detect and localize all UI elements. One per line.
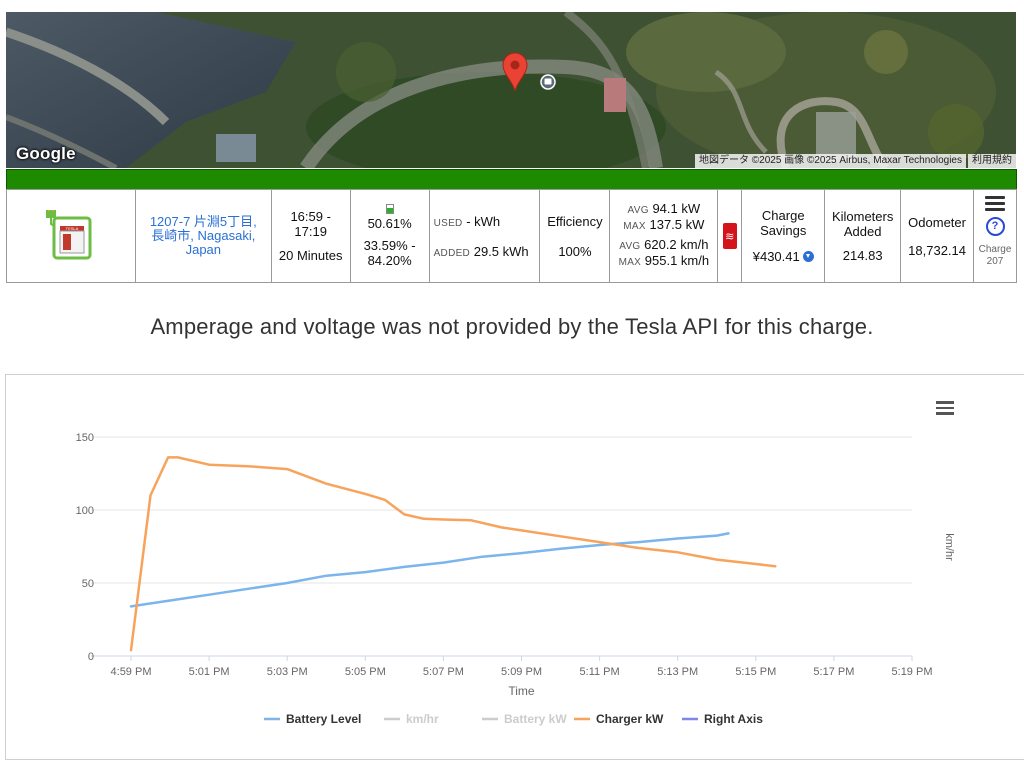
attribution-text: 地図データ ©2025 画像 ©2025 Airbus, Maxar Techn… — [695, 154, 966, 168]
x-axis-title: Time — [508, 684, 535, 698]
charge-label: Charge — [978, 244, 1012, 255]
legend-item: Battery Level — [286, 712, 361, 726]
odometer-cell: Odometer 18,732.14 — [901, 190, 975, 282]
chart-canvas: 0 50 100 150 4:59 PM 5:01 PM 5:03 PM 5:05 PM 5:0… — [76, 432, 955, 726]
menu-cell: ? Charge 207 — [974, 190, 1016, 282]
google-logo: Google — [16, 144, 76, 163]
chart-menu-icon[interactable] — [936, 401, 954, 415]
x-tick-label: 5:09 PM — [501, 666, 542, 678]
map-attribution: 地図データ ©2025 画像 ©2025 Airbus, Maxar Techn… — [695, 154, 1016, 168]
legend-item: km/hr — [406, 712, 439, 726]
x-tick-label: 5:15 PM — [735, 666, 776, 678]
battery-cell: 50.61% 33.59% - 84.20% — [351, 190, 430, 282]
battery-level: 50.61% — [367, 215, 412, 231]
supercharger-badge-icon: ≋ — [722, 223, 737, 249]
charger-badge-cell: ≋ — [718, 190, 743, 282]
x-tick-label: 5:17 PM — [813, 666, 854, 678]
efficiency-cell: Efficiency 100% — [540, 190, 611, 282]
charge-number: 207 — [986, 256, 1004, 267]
y-tick-label: 100 — [76, 505, 94, 517]
km-added-label: Kilometers Added — [831, 208, 894, 239]
avg-speed-label: AVG — [619, 241, 641, 252]
avg-power: 94.1 kW — [652, 201, 701, 216]
energy-cell: USED - kWh ADDED 29.5 kWh — [430, 190, 541, 282]
download-icon[interactable] — [802, 251, 814, 263]
y-tick-label: 50 — [82, 578, 94, 590]
avg-speed: 620.2 km/h — [644, 237, 709, 252]
charge-chart: 0 50 100 150 4:59 PM 5:01 PM 5:03 PM 5:05 PM 5:0… — [5, 374, 1024, 760]
legend-item: Right Axis — [704, 712, 763, 726]
efficiency-label: Efficiency — [547, 213, 603, 229]
power-speed-cell: AVG 94.1 kW MAX 137.5 kW AVG 620.2 km/h … — [610, 190, 719, 282]
x-tick-label: 5:11 PM — [580, 666, 620, 678]
added-label: ADDED — [433, 247, 471, 259]
avg-power-label: AVG — [627, 205, 649, 216]
max-power-label: MAX — [623, 221, 646, 232]
charge-header-bar — [6, 169, 1017, 190]
savings-value: ¥430.41 — [752, 249, 800, 265]
time-cell: 16:59 - 17:19 20 Minutes — [272, 190, 351, 282]
used-label: USED — [433, 217, 463, 229]
bus-stop-icon[interactable] — [540, 74, 556, 90]
help-icon[interactable]: ? — [985, 217, 1005, 236]
odometer-label: Odometer — [908, 214, 966, 230]
api-note: Amperage and voltage was not provided by… — [150, 314, 874, 339]
time-range: 16:59 - 17:19 — [290, 208, 331, 239]
hamburger-menu-icon[interactable] — [985, 196, 1006, 211]
max-speed-label: MAX — [618, 257, 642, 268]
y-tick-label: 0 — [88, 651, 94, 663]
km-added-cell: Kilometers Added 214.83 — [825, 190, 902, 282]
max-speed: 955.1 km/h — [644, 253, 710, 268]
location-cell: 1207-7 片淵5丁目, 長崎市, Nagasaki, Japan — [136, 190, 272, 282]
x-tick-label: 5:01 PM — [189, 666, 230, 678]
km-added-value: 214.83 — [842, 248, 883, 264]
battery-icon — [385, 203, 394, 214]
x-tick-label: 5:03 PM — [267, 666, 308, 678]
x-tick-label: 5:19 PM — [892, 666, 933, 678]
y-tick-label: 150 — [76, 432, 94, 444]
savings-cell: Charge Savings ¥430.41 — [742, 190, 826, 282]
charge-summary-row: TESLA 1207-7 片淵5丁目, 長崎市, Nagasaki, Japan… — [6, 189, 1017, 283]
used-value: - kWh — [466, 213, 501, 229]
added-value: 29.5 kWh — [473, 243, 529, 259]
efficiency-value: 100% — [558, 243, 592, 259]
location-map[interactable]: Google 地図データ ©2025 画像 ©2025 Airbus, Maxa… — [6, 12, 1016, 168]
charger-type-cell: TESLA — [7, 190, 136, 282]
savings-label: Charge Savings — [760, 207, 807, 238]
max-power: 137.5 kW — [649, 217, 705, 232]
duration: 20 Minutes — [278, 248, 343, 264]
x-tick-label: 5:13 PM — [657, 666, 698, 678]
battery-range: 33.59% - 84.20% — [363, 238, 416, 269]
legend-item: Battery kW — [504, 712, 567, 726]
odometer-value: 18,732.14 — [908, 242, 966, 258]
x-tick-label: 5:07 PM — [423, 666, 464, 678]
terms-link[interactable]: 利用規約 — [968, 154, 1016, 168]
x-tick-label: 5:05 PM — [345, 666, 386, 678]
map-pin-icon[interactable] — [500, 52, 530, 92]
x-tick-label: 4:59 PM — [111, 666, 152, 678]
svg-text:TESLA: TESLA — [66, 226, 79, 231]
supercharger-icon: TESLA — [45, 210, 92, 260]
series-line — [129, 456, 777, 652]
legend-item: Charger kW — [596, 712, 664, 726]
right-axis-label: km/hr — [943, 533, 955, 561]
location-link[interactable]: 1207-7 片淵5丁目, 長崎市, Nagasaki, Japan — [136, 215, 271, 257]
series-line — [129, 532, 730, 608]
